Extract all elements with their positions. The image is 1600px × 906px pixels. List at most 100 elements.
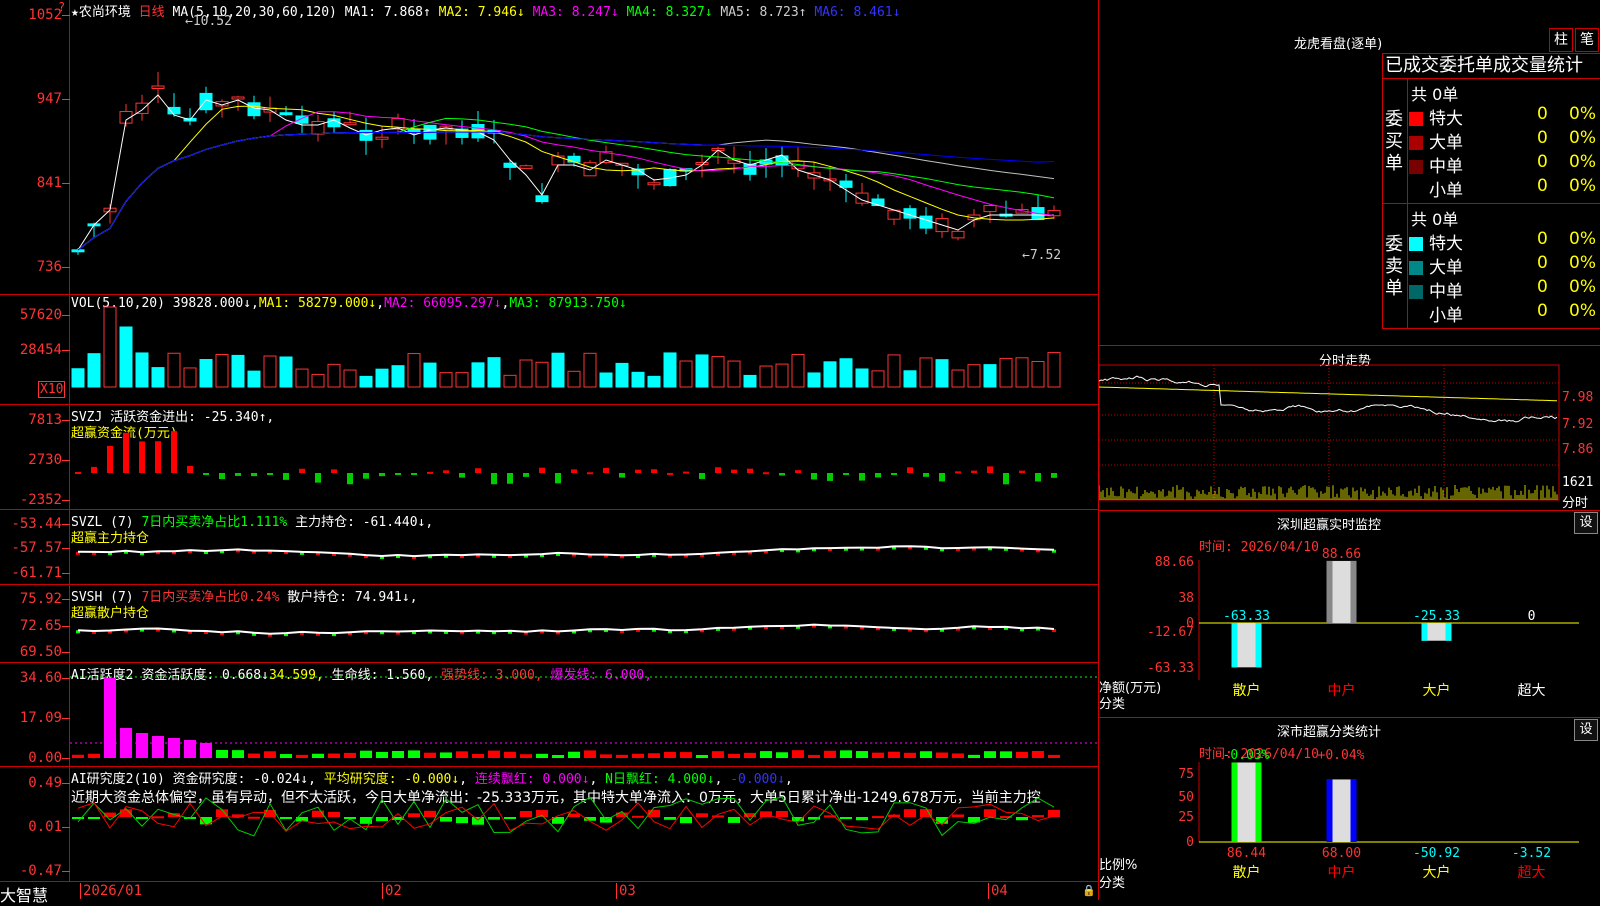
volume-bar bbox=[791, 353, 805, 388]
date-label: 2026/01 bbox=[80, 883, 142, 899]
activity-bar bbox=[744, 752, 756, 758]
research-bar bbox=[520, 810, 532, 817]
volume-bar bbox=[103, 306, 117, 388]
flow-bar bbox=[395, 473, 401, 475]
activity-bar bbox=[504, 751, 516, 758]
svsh-chart bbox=[76, 623, 1056, 637]
volume-bar bbox=[935, 359, 949, 388]
flow-bar bbox=[427, 471, 433, 474]
intraday-panel[interactable]: 分时走势 7.98 7.92 7.86 1621 分时 bbox=[1099, 345, 1600, 511]
buy-total: 共 0单 bbox=[1411, 85, 1459, 104]
activity-bar bbox=[456, 751, 468, 758]
value-bar-edge bbox=[1326, 779, 1333, 842]
activity-bar bbox=[408, 750, 420, 758]
flow-bar bbox=[1035, 473, 1041, 482]
flow-bar bbox=[747, 468, 753, 473]
ai-research-panel[interactable]: 0.49 0.01 -0.47 AI研究度2(10) 资金研究度: -0.024… bbox=[0, 767, 1098, 882]
svsh-panel[interactable]: 75.92 72.65 69.50 SVSH (7) 7日内买卖净占比0.24%… bbox=[0, 585, 1098, 663]
flow-bar bbox=[91, 466, 97, 473]
order-count: 0 bbox=[1537, 176, 1548, 196]
volume-bar bbox=[231, 354, 245, 388]
lock-icon[interactable]: 🔒 bbox=[1082, 884, 1096, 897]
flow-bar bbox=[267, 473, 273, 475]
bar-value-label: 88.66 bbox=[1322, 547, 1361, 562]
research-bar bbox=[680, 817, 692, 824]
flow-bar bbox=[987, 466, 993, 473]
volume-bar bbox=[311, 373, 325, 388]
bar-mode-button[interactable]: 柱 bbox=[1549, 28, 1573, 52]
activity-bar bbox=[136, 733, 148, 758]
kline-panel[interactable]: 1052 947 841 736 ? ★农尚环境 日线 MA(5,10,20,3… bbox=[0, 0, 1098, 295]
flow-bar bbox=[571, 469, 577, 473]
activity-bar bbox=[872, 752, 884, 758]
flow-bar bbox=[1051, 473, 1057, 478]
research-bar bbox=[1048, 809, 1060, 817]
volume-bar bbox=[263, 355, 277, 388]
order-row: 中单 0 0% bbox=[1409, 152, 1599, 177]
bar-value-label: -25.33 bbox=[1413, 609, 1460, 624]
order-count: 0 bbox=[1537, 301, 1548, 321]
activity-bar bbox=[472, 753, 484, 758]
y-tick-label: -63.33 bbox=[1147, 661, 1194, 676]
activity-bar bbox=[152, 736, 164, 758]
research-bar bbox=[632, 815, 644, 818]
volume-bar bbox=[807, 372, 821, 388]
research-bar bbox=[776, 810, 788, 817]
date-label: 03 bbox=[616, 883, 636, 899]
candle-body bbox=[583, 162, 597, 177]
activity-bar bbox=[168, 738, 180, 758]
flow-bar bbox=[107, 445, 113, 473]
flow-bar bbox=[587, 472, 593, 475]
flow-bar bbox=[795, 470, 801, 473]
value-bar-edge bbox=[1326, 560, 1333, 623]
flow-bar bbox=[171, 431, 177, 473]
activity-bar bbox=[632, 753, 644, 758]
activity-bar bbox=[568, 751, 580, 758]
candle-body bbox=[279, 112, 293, 116]
value-bar-edge bbox=[1231, 623, 1238, 668]
activity-bar bbox=[328, 753, 340, 758]
ai-activity-panel[interactable]: 34.60 17.09 0.00 AI活跃度2 资金活跃度: 0.668↓34.… bbox=[0, 663, 1098, 767]
flow-bar bbox=[827, 473, 833, 481]
flow-bar bbox=[939, 473, 945, 482]
monitor-panel[interactable]: 深圳超赢实时监控 设 时间: 2026/04/10 净额(万元) 分类 88.6… bbox=[1099, 510, 1600, 718]
flow-bar bbox=[843, 473, 849, 475]
flow-bar bbox=[155, 441, 161, 473]
order-count: 0 bbox=[1537, 253, 1548, 273]
flow-bar bbox=[763, 472, 769, 475]
average-line bbox=[77, 802, 1055, 833]
svzl-panel[interactable]: -53.44 -57.57 -61.71 SVZL (7) 7日内买卖净占比1.… bbox=[0, 510, 1098, 585]
candle-body bbox=[551, 155, 565, 166]
volume-bar bbox=[471, 362, 485, 388]
flow-bar bbox=[443, 470, 449, 473]
category-label: 散户 bbox=[1233, 864, 1261, 881]
color-swatch-icon bbox=[1409, 237, 1423, 251]
category-label: 超大 bbox=[1518, 865, 1546, 881]
sell-section: 委卖单 共 0单 特大 0 0% 大单 0 0% 中单 0 0% 小单 0 0% bbox=[1382, 204, 1600, 329]
activity-bar bbox=[88, 753, 100, 758]
flow-bar bbox=[75, 472, 81, 475]
activity-bar bbox=[712, 751, 724, 758]
order-row: 大单 0 0% bbox=[1409, 253, 1599, 278]
candle-body bbox=[343, 122, 357, 126]
classify-panel[interactable]: 深市超赢分类统计 设 时间: 2026/04/10 比例% 分类 75 50 25 0… bbox=[1099, 717, 1600, 900]
research-bar bbox=[440, 817, 452, 822]
tick-mode-button[interactable]: 笔 bbox=[1575, 28, 1599, 52]
candle-body bbox=[135, 102, 149, 114]
flow-bar bbox=[875, 473, 881, 478]
flow-bar bbox=[955, 471, 961, 474]
order-row: 大单 0 0% bbox=[1409, 128, 1599, 153]
activity-bar bbox=[248, 753, 260, 758]
volume-panel[interactable]: 57620 28454 X10 VOL(5,10,20) 39828.000↓,… bbox=[0, 295, 1098, 405]
value-bar-edge bbox=[1231, 762, 1238, 842]
svzj-panel[interactable]: 7813 2730 -2352 SVZJ 活跃资金进出: -25.340↑, 超… bbox=[0, 405, 1098, 510]
volume-bar bbox=[663, 352, 677, 388]
order-pct: 0% bbox=[1569, 229, 1596, 249]
flow-bar bbox=[555, 473, 561, 484]
volume-bar bbox=[455, 372, 469, 388]
volume-bar bbox=[823, 361, 837, 388]
activity-bar bbox=[440, 752, 452, 758]
volume-bar bbox=[951, 369, 965, 388]
volume-bar bbox=[503, 374, 517, 388]
activity-bar bbox=[824, 750, 836, 758]
